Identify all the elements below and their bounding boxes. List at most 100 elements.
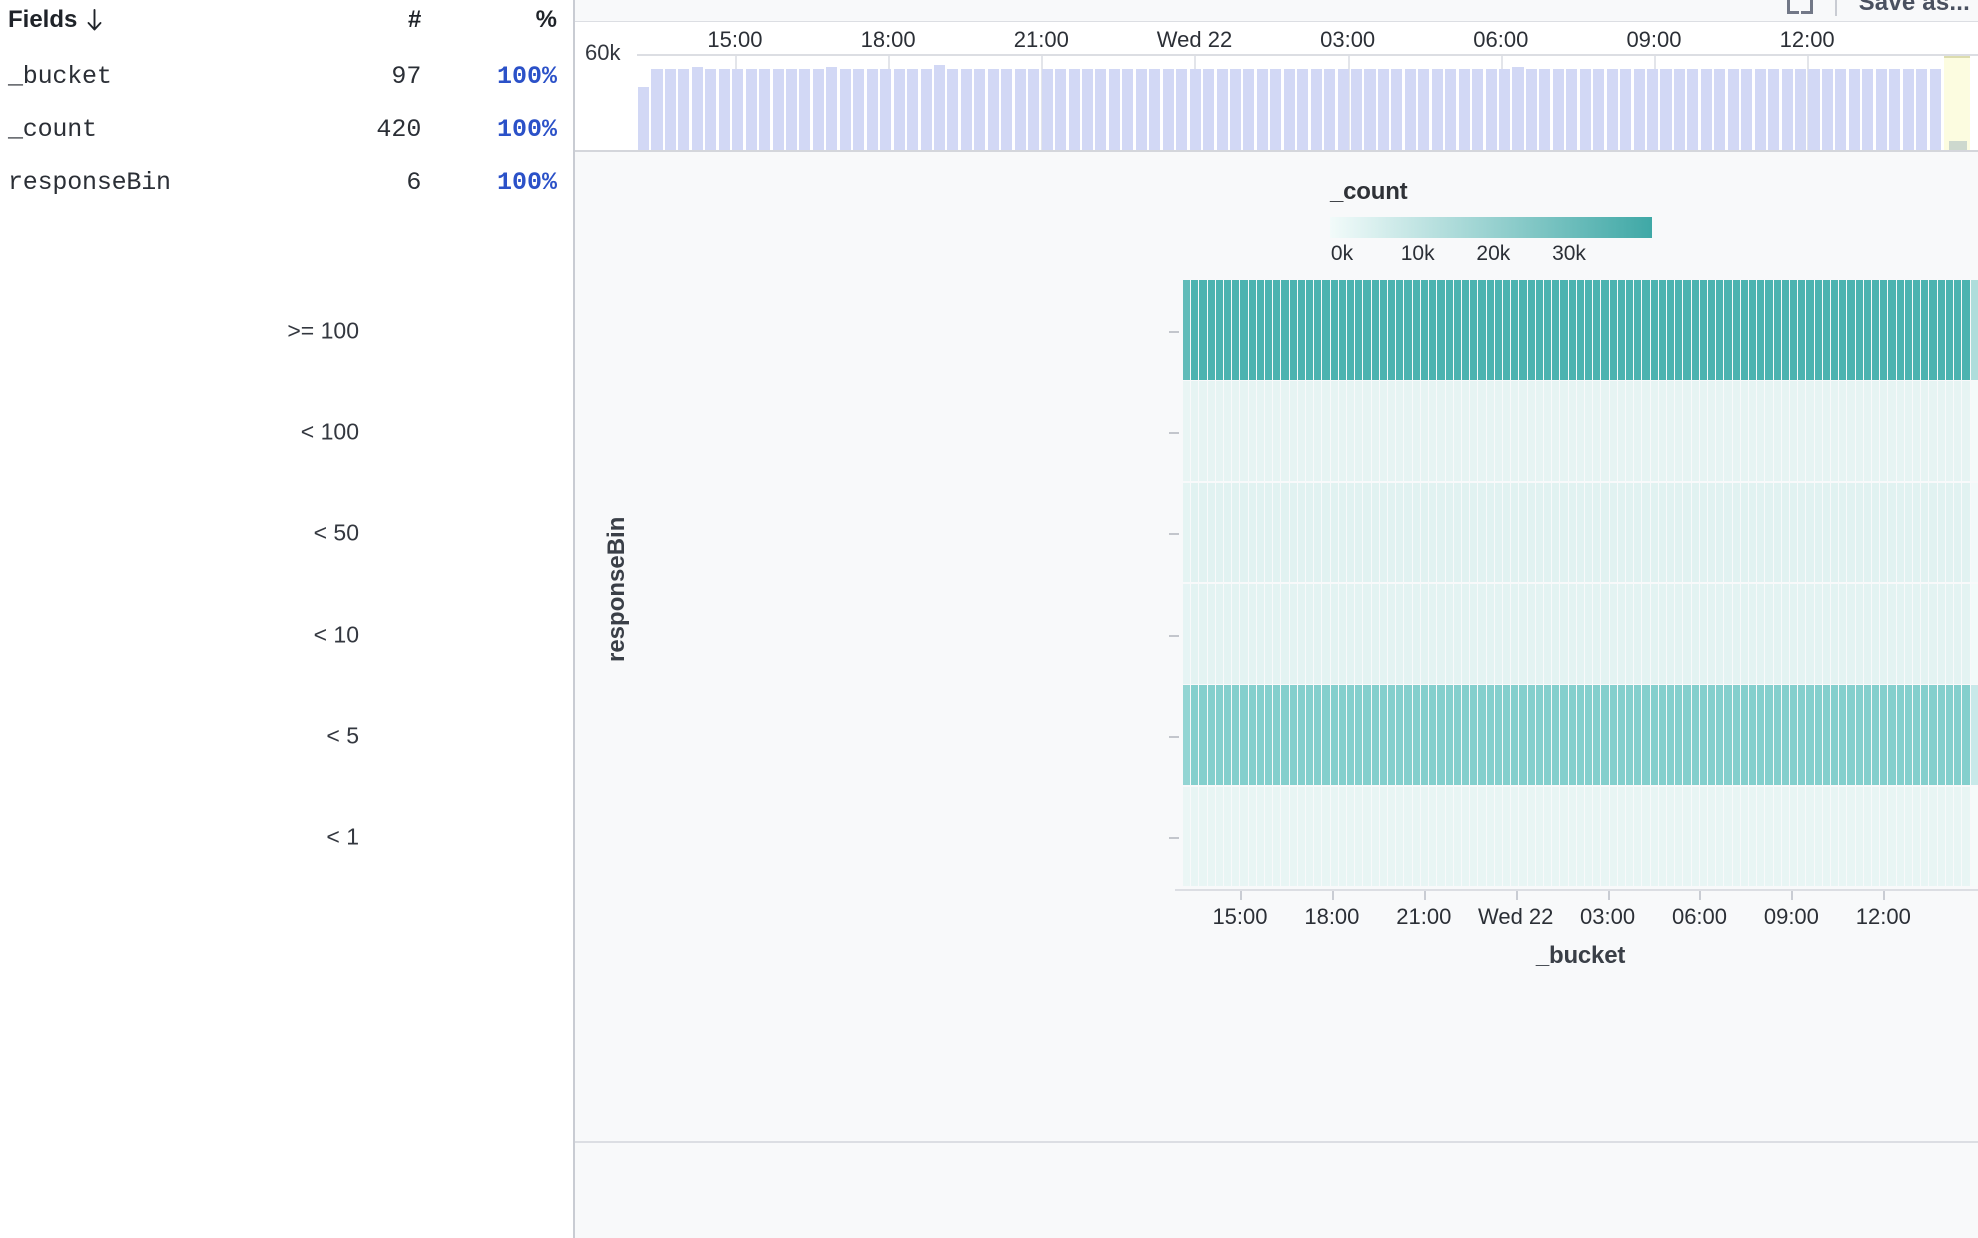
- heatmap-cell[interactable]: [1650, 482, 1659, 583]
- heatmap-cell[interactable]: [1470, 584, 1479, 684]
- heatmap-cell[interactable]: [1314, 381, 1323, 482]
- heatmap-cell[interactable]: [1478, 280, 1487, 380]
- heatmap-cell[interactable]: [1224, 584, 1233, 684]
- heatmap-cell[interactable]: [1740, 584, 1750, 684]
- heatmap-cell[interactable]: [1388, 381, 1397, 482]
- heatmap-cell[interactable]: [1831, 584, 1840, 684]
- heatmap-cell[interactable]: [1880, 786, 1889, 887]
- heatmap-cell[interactable]: [1970, 685, 1978, 786]
- heatmap-cell[interactable]: [1552, 685, 1561, 786]
- heatmap-cell[interactable]: [1683, 685, 1692, 786]
- heatmap-cell[interactable]: [1191, 584, 1200, 684]
- heatmap-cell[interactable]: [1314, 482, 1323, 583]
- heatmap-cell[interactable]: [1388, 685, 1397, 786]
- heatmap-cell[interactable]: [1855, 381, 1864, 482]
- heatmap-cell[interactable]: [1379, 584, 1389, 684]
- heatmap-cell[interactable]: [1535, 786, 1544, 887]
- heatmap-cell[interactable]: [1347, 381, 1356, 482]
- heatmap-cell[interactable]: [1904, 280, 1914, 380]
- heatmap-cell[interactable]: [1888, 280, 1897, 380]
- heatmap-cell[interactable]: [1265, 786, 1274, 887]
- heatmap-cell[interactable]: [1888, 482, 1897, 583]
- heatmap-cell[interactable]: [1732, 685, 1741, 786]
- heatmap-cell[interactable]: [1954, 584, 1963, 684]
- heatmap-cell[interactable]: [1666, 685, 1676, 786]
- heatmap-cell[interactable]: [1625, 584, 1635, 684]
- heatmap-cell[interactable]: [1191, 685, 1200, 786]
- percent-column-header[interactable]: %: [439, 0, 575, 50]
- heatmap-cell[interactable]: [1420, 685, 1430, 786]
- heatmap-cell[interactable]: [1970, 280, 1978, 380]
- heatmap-cell[interactable]: [1306, 381, 1315, 482]
- heatmap-cell[interactable]: [1666, 280, 1676, 380]
- heatmap-cell[interactable]: [1502, 685, 1512, 786]
- heatmap-cell[interactable]: [1872, 280, 1881, 380]
- heatmap-cell[interactable]: [1773, 381, 1782, 482]
- heatmap-cell[interactable]: [1273, 280, 1282, 380]
- heatmap-cell[interactable]: [1437, 584, 1446, 684]
- heatmap-cell[interactable]: [1199, 280, 1208, 380]
- heatmap-cell[interactable]: [1683, 482, 1692, 583]
- heatmap-cell[interactable]: [1511, 685, 1520, 786]
- heatmap-cell[interactable]: [1913, 786, 1922, 887]
- heatmap-cell[interactable]: [1404, 685, 1413, 786]
- heatmap-cell[interactable]: [1904, 482, 1914, 583]
- heatmap-cell[interactable]: [1584, 280, 1594, 380]
- heatmap-cell[interactable]: [1519, 482, 1528, 583]
- heatmap-cell[interactable]: [1207, 280, 1216, 380]
- heatmap-cell[interactable]: [1921, 381, 1930, 482]
- heatmap-cell[interactable]: [1347, 685, 1356, 786]
- heatmap-cell[interactable]: [1666, 786, 1676, 887]
- heatmap-cell[interactable]: [1494, 685, 1503, 786]
- heatmap-cell[interactable]: [1371, 280, 1380, 380]
- heatmap-cell[interactable]: [1347, 280, 1356, 380]
- heatmap-cell[interactable]: [1954, 381, 1963, 482]
- heatmap-cell[interactable]: [1232, 280, 1241, 380]
- heatmap-cell[interactable]: [1765, 685, 1774, 786]
- heatmap-cell[interactable]: [1896, 280, 1905, 380]
- heatmap-cell[interactable]: [1716, 786, 1725, 887]
- heatmap-cell[interactable]: [1650, 786, 1659, 887]
- heatmap-cell[interactable]: [1388, 280, 1397, 380]
- heatmap-cell[interactable]: [1396, 685, 1405, 786]
- heatmap-cell[interactable]: [1708, 280, 1717, 380]
- heatmap-cell[interactable]: [1716, 280, 1725, 380]
- heatmap-cell[interactable]: [1396, 280, 1405, 380]
- heatmap-cell[interactable]: [1699, 280, 1708, 380]
- heatmap-cell[interactable]: [1609, 280, 1618, 380]
- heatmap-cell[interactable]: [1839, 786, 1848, 887]
- heatmap-cell[interactable]: [1880, 482, 1889, 583]
- heatmap-cell[interactable]: [1183, 280, 1192, 380]
- heatmap-cell[interactable]: [1560, 685, 1569, 786]
- heatmap-cell[interactable]: [1470, 381, 1479, 482]
- heatmap-cell[interactable]: [1749, 685, 1758, 786]
- heatmap-cell[interactable]: [1913, 381, 1922, 482]
- heatmap-cell[interactable]: [1437, 482, 1446, 583]
- heatmap-cell[interactable]: [1847, 280, 1856, 380]
- heatmap-cell[interactable]: [1330, 786, 1339, 887]
- heatmap-cell[interactable]: [1634, 280, 1643, 380]
- heatmap-cell[interactable]: [1330, 685, 1339, 786]
- heatmap-cell[interactable]: [1757, 280, 1766, 380]
- heatmap-cell[interactable]: [1798, 280, 1807, 380]
- heatmap-cell[interactable]: [1699, 786, 1708, 887]
- heatmap-cell[interactable]: [1945, 482, 1955, 583]
- heatmap-cell[interactable]: [1363, 381, 1372, 482]
- heatmap-cell[interactable]: [1773, 482, 1782, 583]
- heatmap-cell[interactable]: [1888, 584, 1897, 684]
- heatmap-cell[interactable]: [1593, 584, 1602, 684]
- heatmap-cell[interactable]: [1609, 685, 1618, 786]
- heatmap-cell[interactable]: [1757, 584, 1766, 684]
- heatmap-cell[interactable]: [1945, 786, 1955, 887]
- heatmap-cell[interactable]: [1617, 786, 1626, 887]
- heatmap-cell[interactable]: [1781, 786, 1791, 887]
- heatmap-cell[interactable]: [1625, 786, 1635, 887]
- heatmap-cell[interactable]: [1675, 280, 1684, 380]
- heatmap-cell[interactable]: [1880, 381, 1889, 482]
- heatmap-cell[interactable]: [1519, 584, 1528, 684]
- heatmap-cell[interactable]: [1306, 482, 1315, 583]
- heatmap-cell[interactable]: [1609, 381, 1618, 482]
- heatmap-cell[interactable]: [1937, 381, 1946, 482]
- heatmap-cell[interactable]: [1355, 280, 1364, 380]
- heatmap-cell[interactable]: [1773, 280, 1782, 380]
